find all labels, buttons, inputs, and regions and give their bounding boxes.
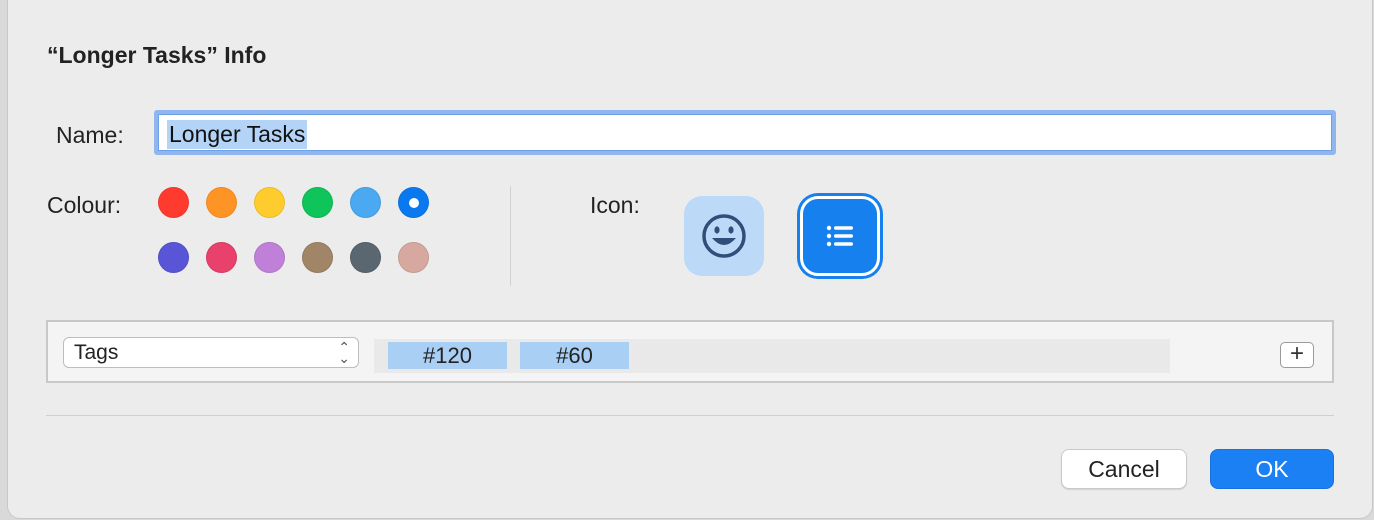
ok-button[interactable]: OK bbox=[1210, 449, 1334, 489]
smiley-icon bbox=[702, 214, 746, 258]
colour-label: Colour: bbox=[47, 192, 122, 218]
colour-swatch-brown[interactable] bbox=[302, 242, 333, 273]
colour-swatch-purple[interactable] bbox=[254, 242, 285, 273]
cancel-button[interactable]: Cancel bbox=[1061, 449, 1187, 489]
colour-swatch-yellow[interactable] bbox=[254, 187, 285, 218]
smiley-icon-option[interactable] bbox=[684, 196, 764, 276]
colour-swatch-rose[interactable] bbox=[398, 242, 429, 273]
colour-swatch-graphite[interactable] bbox=[350, 242, 381, 273]
list-icon-option[interactable] bbox=[800, 196, 880, 276]
colour-swatch-red[interactable] bbox=[158, 187, 189, 218]
colour-swatch-green[interactable] bbox=[302, 187, 333, 218]
tags-row: Tags ⌃ ⌄ #120 #60 + bbox=[46, 320, 1334, 383]
name-field[interactable]: Longer Tasks bbox=[154, 110, 1336, 155]
dialog-title: “Longer Tasks” Info bbox=[47, 42, 267, 68]
up-down-chevron-icon: ⌃ ⌄ bbox=[338, 339, 350, 366]
tags-selector[interactable]: Tags ⌃ ⌄ bbox=[63, 337, 359, 368]
tag-token[interactable]: #120 bbox=[388, 342, 507, 369]
colour-swatch-orange[interactable] bbox=[206, 187, 237, 218]
list-icon bbox=[826, 225, 853, 247]
tags-selector-label: Tags bbox=[74, 341, 119, 364]
horizontal-divider bbox=[46, 415, 1334, 416]
list-info-dialog: “Longer Tasks” Info Name: Longer Tasks C… bbox=[8, 0, 1372, 518]
colour-swatch-blue[interactable] bbox=[398, 187, 429, 218]
colour-swatch-indigo[interactable] bbox=[158, 242, 189, 273]
icon-label: Icon: bbox=[590, 192, 640, 218]
add-tag-button[interactable]: + bbox=[1280, 342, 1314, 368]
name-label: Name: bbox=[56, 122, 124, 148]
colour-swatch-pink[interactable] bbox=[206, 242, 237, 273]
tag-token-field[interactable]: #120 #60 bbox=[374, 339, 1170, 373]
vertical-divider bbox=[510, 186, 511, 286]
name-field-value[interactable]: Longer Tasks bbox=[167, 120, 308, 149]
colour-swatch-light-blue[interactable] bbox=[350, 187, 381, 218]
tag-token[interactable]: #60 bbox=[520, 342, 629, 369]
